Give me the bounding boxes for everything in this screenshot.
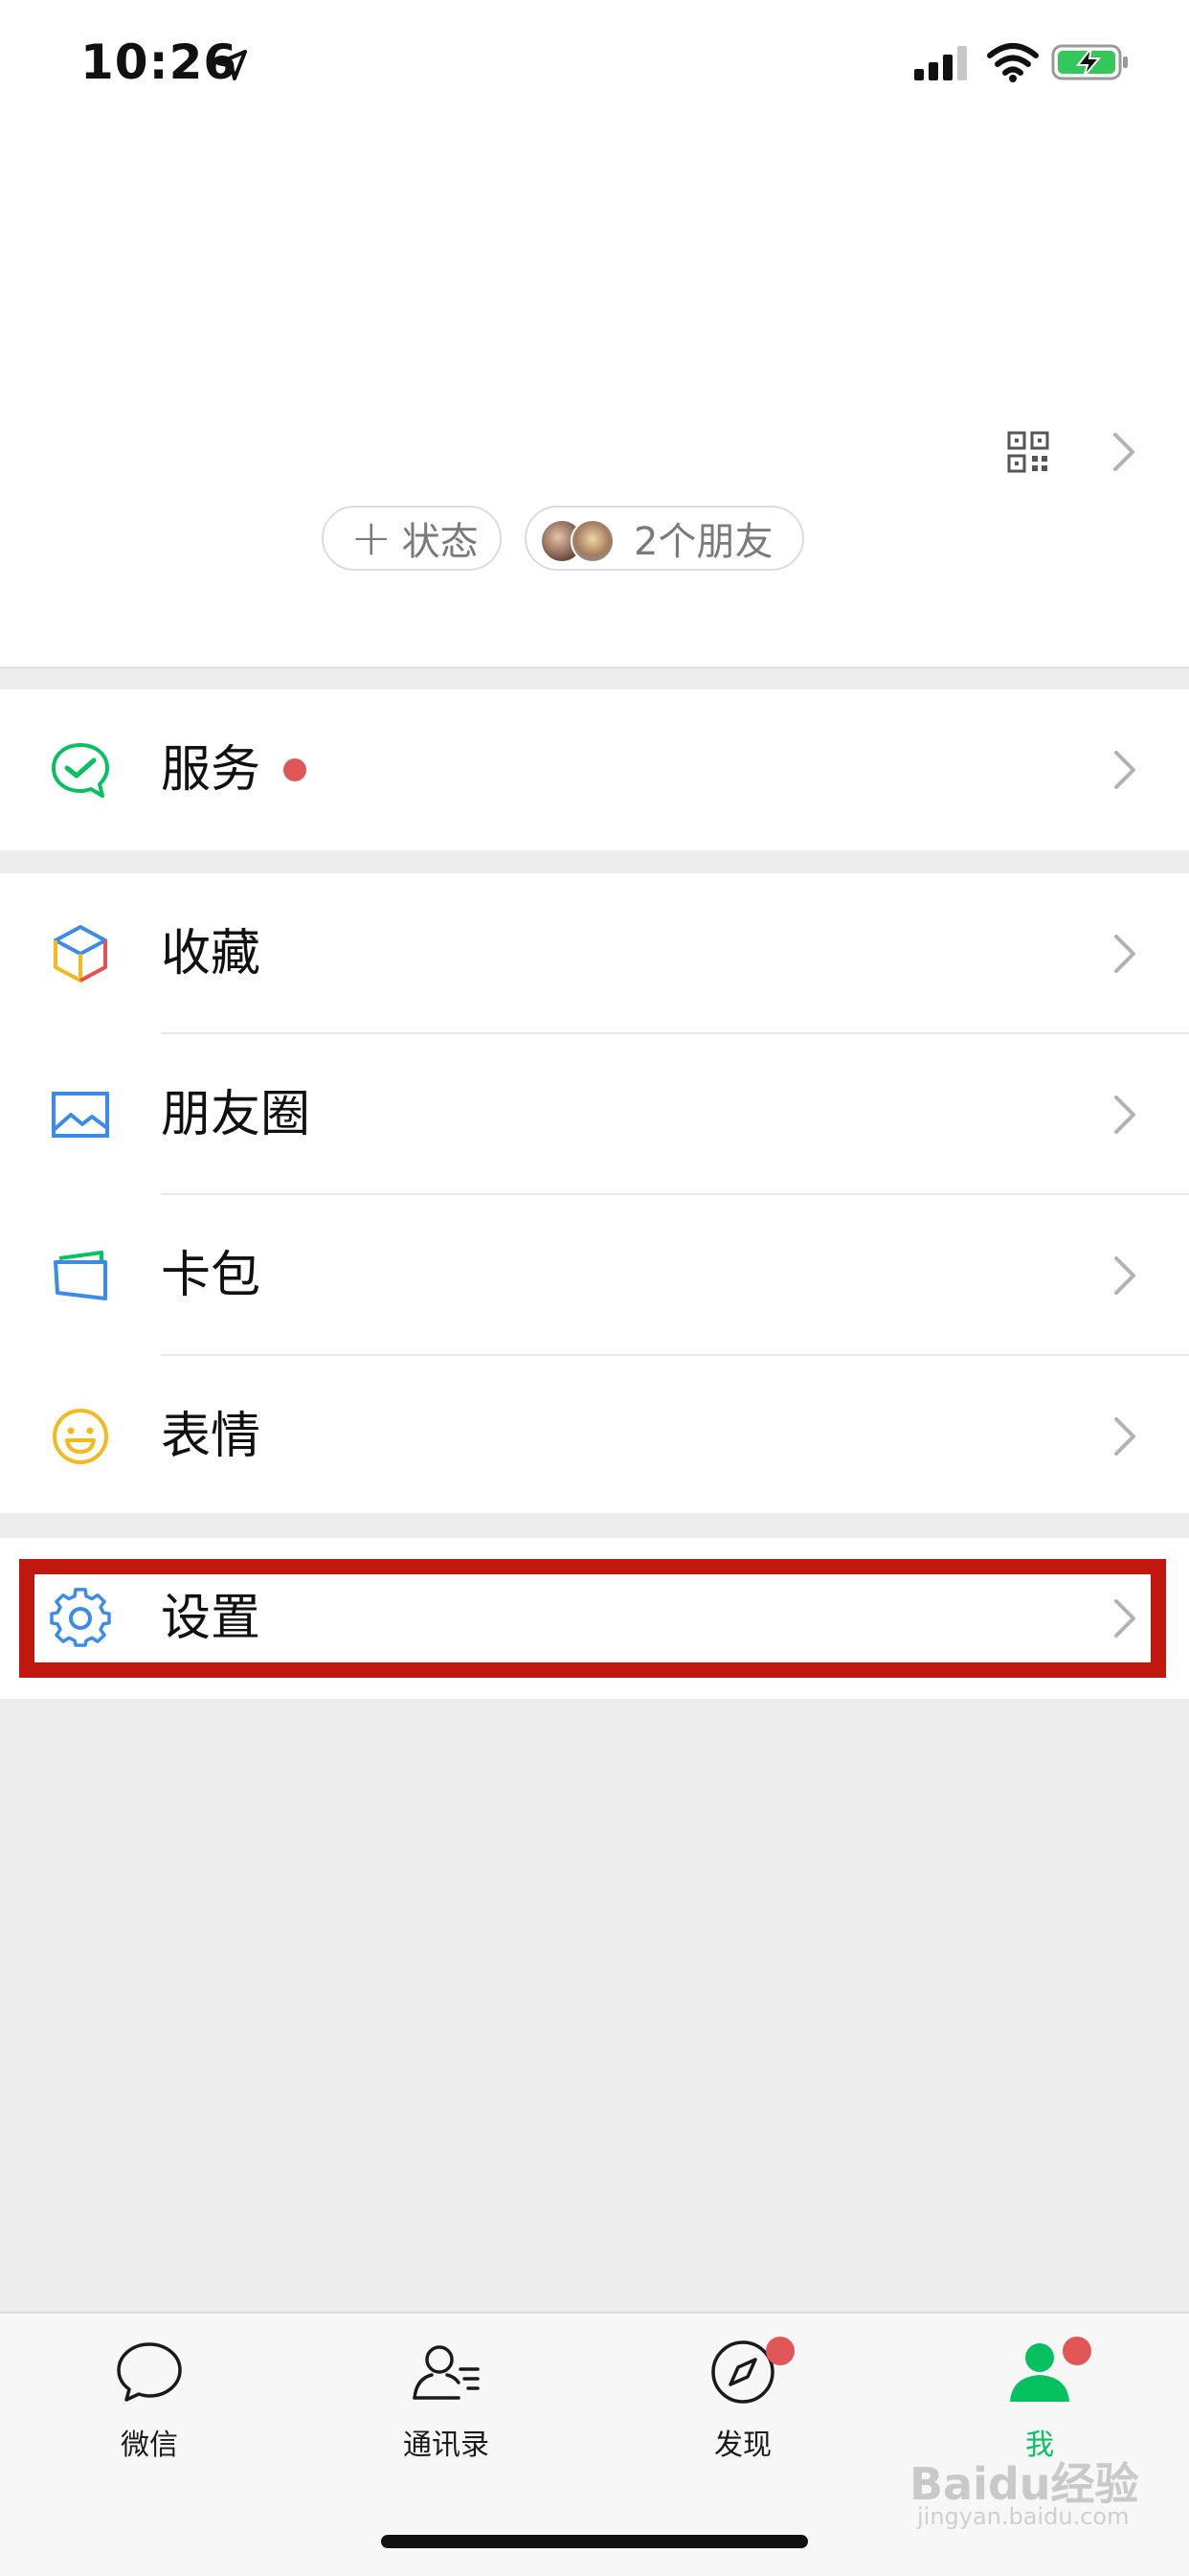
me-badge: [1063, 2337, 1091, 2365]
tab-label: 发现: [714, 2429, 772, 2462]
friend-avatars: [540, 515, 624, 563]
discover-badge: [766, 2337, 795, 2365]
services-label: 服务: [161, 741, 261, 799]
battery-charging-icon: [1051, 44, 1128, 80]
add-status-label: 状态: [401, 520, 479, 564]
chat-bubble-icon: [117, 2342, 182, 2402]
tab-label: 微信: [121, 2429, 178, 2462]
menu-item-moments[interactable]: 朋友圈: [0, 1034, 1189, 1195]
stickers-label: 表情: [161, 1408, 261, 1465]
moments-label: 朋友圈: [161, 1086, 311, 1143]
tab-label: 通讯录: [403, 2429, 489, 2462]
chevron-right-icon: [1114, 1417, 1135, 1456]
friends-count-label: 2个朋友: [634, 520, 774, 564]
tab-chats[interactable]: 微信: [54, 2337, 245, 2490]
cards-label: 卡包: [161, 1247, 261, 1304]
services-group: 服务: [0, 689, 1189, 850]
tab-discover[interactable]: 发现: [647, 2337, 839, 2490]
favorites-cube-icon: [54, 925, 107, 983]
services-badge: [283, 758, 306, 781]
chevron-right-icon[interactable]: [1110, 431, 1137, 473]
smiley-face-icon: [53, 1409, 108, 1464]
contacts-icon: [413, 2345, 480, 2400]
profile-header[interactable]: [0, 134, 1189, 668]
card-wallet-icon: [54, 1251, 107, 1300]
chevron-right-icon: [1114, 751, 1135, 789]
menu-item-favorites[interactable]: 收藏: [0, 873, 1189, 1034]
location-arrow-icon: [216, 50, 247, 80]
wifi-icon: [987, 43, 1039, 82]
moments-image-icon: [52, 1092, 109, 1138]
cellular-signal-icon: [914, 46, 967, 80]
menu-item-services[interactable]: 服务: [0, 689, 1189, 850]
plus-icon: +: [350, 509, 393, 567]
qr-code-icon[interactable]: [1007, 431, 1049, 473]
menu-item-stickers[interactable]: 表情: [0, 1356, 1189, 1517]
tab-contacts[interactable]: 通讯录: [350, 2337, 542, 2490]
settings-highlight-box: [19, 1559, 1166, 1678]
watermark-url: jingyan.baidu.com: [917, 2503, 1130, 2530]
chevron-right-icon: [1114, 935, 1135, 973]
add-status-button[interactable]: + 状态: [322, 506, 502, 571]
menu-item-cards[interactable]: 卡包: [0, 1195, 1189, 1356]
avatar: [571, 519, 615, 563]
home-indicator: [381, 2535, 808, 2548]
favorites-label: 收藏: [161, 925, 261, 983]
services-icon: [52, 743, 109, 798]
chevron-right-icon: [1114, 1096, 1135, 1134]
chevron-right-icon: [1114, 1256, 1135, 1295]
friends-status-button[interactable]: 2个朋友: [525, 506, 804, 571]
main-menu-group: 收藏 朋友圈 卡包 表情: [0, 873, 1189, 1513]
